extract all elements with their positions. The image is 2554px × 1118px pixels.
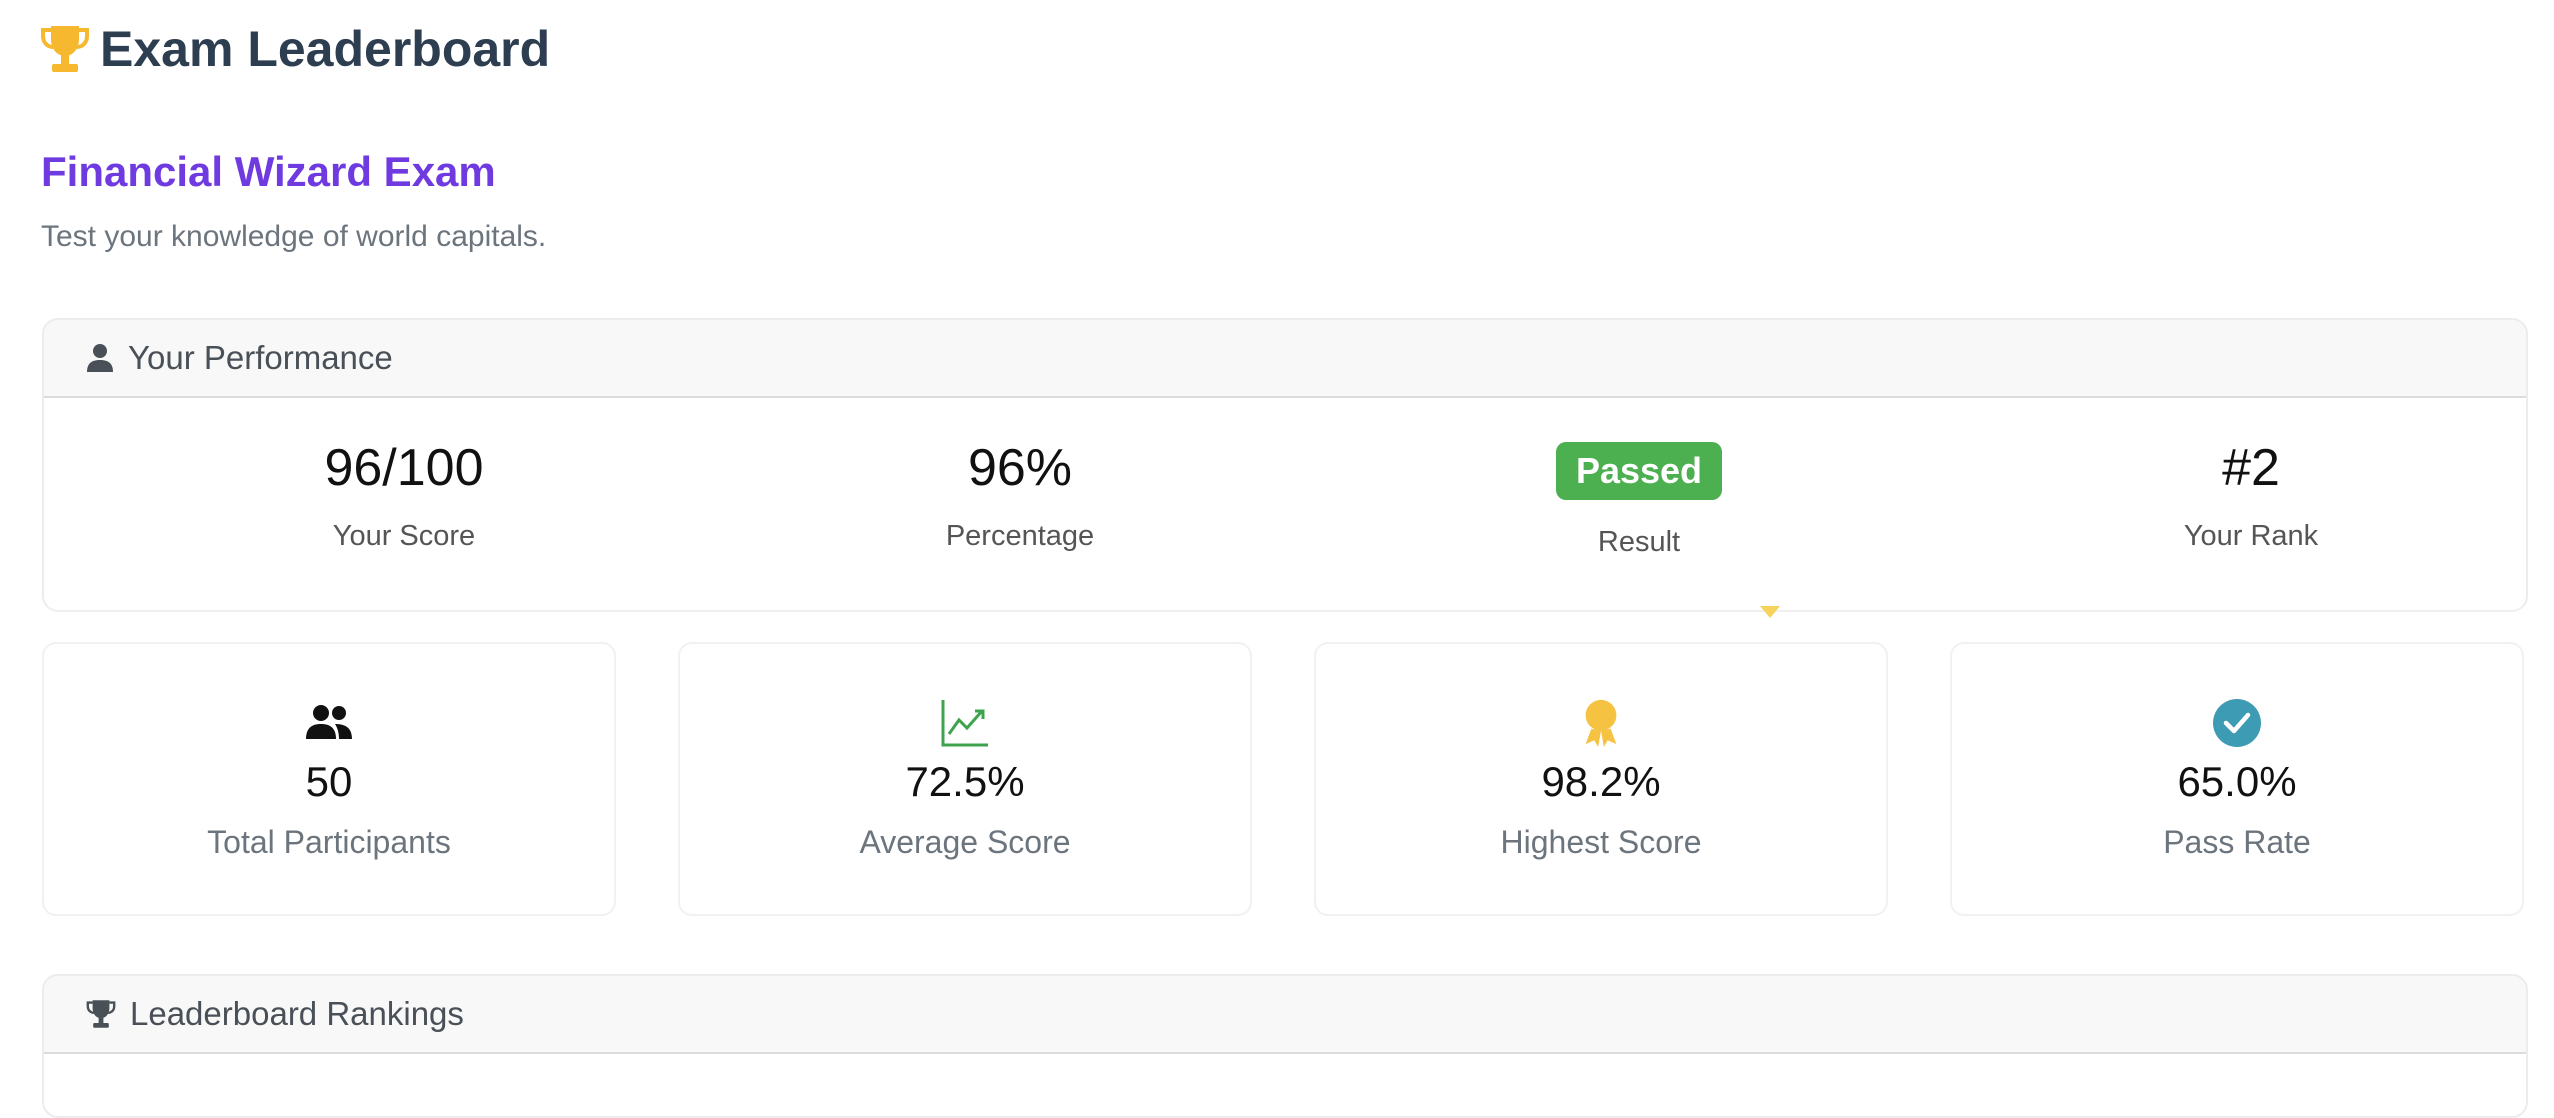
percentage-value: 96% [967, 439, 1073, 497]
exam-title: Financial Wizard Exam [41, 148, 496, 195]
stat-card-participants: 50 Total Participants [42, 642, 616, 916]
performance-header-label: Your Performance [128, 339, 393, 376]
stat-label: Total Participants [207, 824, 451, 860]
stat-value: 72.5% [905, 758, 1025, 805]
exam-description: Test your knowledge of world capitals. [41, 220, 547, 253]
status-badge: Passed [1555, 442, 1723, 500]
trophy-icon [41, 26, 89, 72]
percentage-label: Percentage [945, 520, 1095, 552]
stat-value: 50 [305, 758, 353, 805]
stat-label: Pass Rate [2163, 824, 2311, 860]
award-icon [1585, 699, 1617, 748]
your-rank-label: Your Rank [2183, 520, 2319, 552]
your-score: 96/100 Your Score [94, 398, 714, 608]
caret-marker [1760, 606, 1780, 618]
stat-card-average: 72.5% Average Score [678, 642, 1252, 916]
app-title-text: Exam Leaderboard [100, 21, 551, 77]
stat-label: Average Score [859, 824, 1071, 860]
leaderboard-card: Leaderboard Rankings [42, 974, 2528, 1118]
result: Passed Result [1329, 398, 1949, 608]
performance-header: Your Performance [44, 320, 2526, 398]
app-title: Exam Leaderboard [40, 14, 550, 84]
performance-body: 96/100 Your Score 96% Percentage Passed … [44, 398, 2526, 608]
user-icon [87, 344, 113, 372]
check-circle-icon [2213, 699, 2261, 747]
stat-card-highest: 98.2% Highest Score [1314, 642, 1888, 916]
trophy-icon [86, 1000, 116, 1028]
stat-card-pass-rate: 65.0% Pass Rate [1950, 642, 2524, 916]
your-score-label: Your Score [332, 520, 476, 552]
result-label: Result [1597, 526, 1681, 558]
page: Exam Leaderboard Financial Wizard Exam T… [0, 0, 2554, 1118]
stat-value: 98.2% [1541, 758, 1661, 805]
stat-value: 65.0% [2177, 758, 2297, 805]
leaderboard-header-label: Leaderboard Rankings [130, 995, 464, 1032]
performance-card: Your Performance 96/100 Your Score 96% P… [42, 318, 2528, 612]
your-score-value: 96/100 [324, 439, 484, 497]
stat-label: Highest Score [1500, 824, 1702, 860]
line-chart-icon [941, 700, 988, 747]
your-rank: #2 Your Rank [1941, 398, 2526, 608]
leaderboard-header: Leaderboard Rankings [44, 976, 2526, 1054]
your-rank-value: #2 [2222, 439, 2280, 497]
users-icon [306, 705, 352, 739]
percentage: 96% Percentage [710, 398, 1330, 608]
